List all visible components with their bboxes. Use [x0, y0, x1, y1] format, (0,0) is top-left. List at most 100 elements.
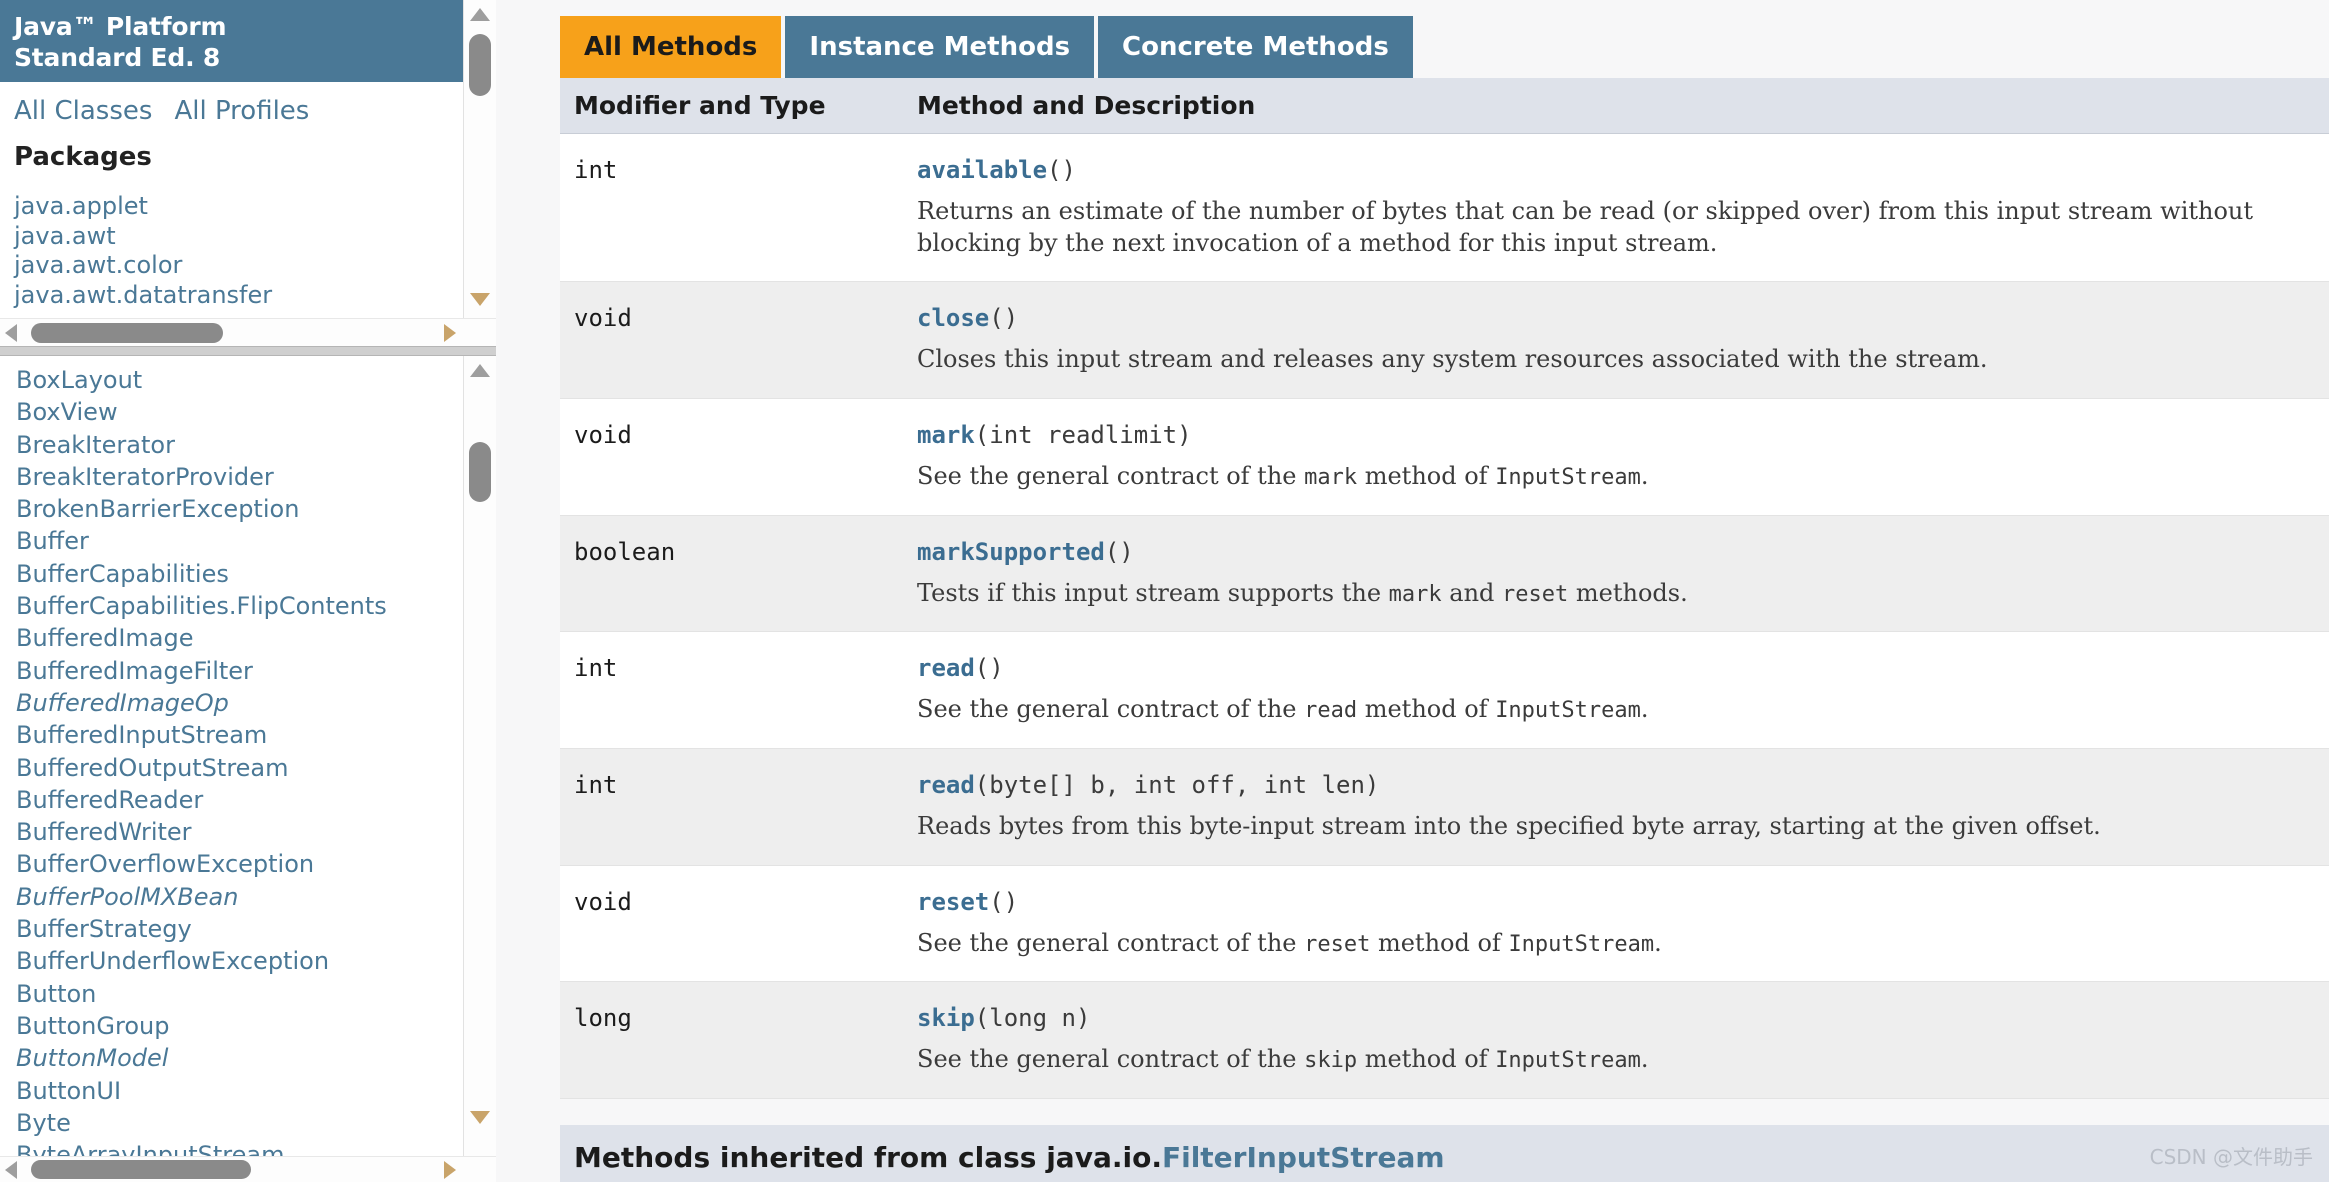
scrollbar-thumb[interactable]: [469, 442, 491, 502]
package-link[interactable]: java.awt.datatransfer: [14, 281, 496, 311]
method-parameters: (): [1047, 156, 1076, 184]
scroll-up-arrow-icon[interactable]: [470, 364, 490, 377]
table-header-row: Modifier and Type Method and Description: [560, 78, 2329, 134]
method-signature: read(byte[] b, int off, int len): [917, 771, 2311, 799]
scroll-left-arrow-icon[interactable]: [5, 324, 17, 342]
class-link[interactable]: BufferedOutputStream: [16, 752, 496, 784]
package-list-pane: Java™ Platform Standard Ed. 8 All Classe…: [0, 0, 496, 346]
class-pane-vertical-scrollbar[interactable]: [463, 356, 496, 1182]
method-description: See the general contract of the reset me…: [917, 928, 1662, 957]
class-link[interactable]: BufferOverflowException: [16, 848, 496, 880]
class-link[interactable]: BufferCapabilities: [16, 558, 496, 590]
class-pane-horizontal-scrollbar[interactable]: [0, 1156, 496, 1182]
scroll-right-arrow-icon[interactable]: [444, 324, 456, 342]
interface-link[interactable]: BufferPoolMXBean: [16, 881, 496, 913]
method-signature: reset(): [917, 888, 2311, 916]
inline-code: mark: [1388, 581, 1442, 607]
column-header-modifier-and-type: Modifier and Type: [560, 78, 903, 134]
table-row: int read() See the general contract of the…: [560, 631, 2329, 750]
method-return-type-cell: int: [560, 133, 903, 283]
scroll-down-arrow-icon[interactable]: [470, 293, 490, 306]
sidebar-nav: All Classes All Profiles: [0, 82, 496, 132]
scroll-right-arrow-icon[interactable]: [444, 1161, 456, 1179]
method-name-link[interactable]: mark: [917, 421, 975, 449]
method-name-link[interactable]: read: [917, 654, 975, 682]
class-link[interactable]: Byte: [16, 1107, 496, 1139]
pane-splitter[interactable]: [0, 346, 496, 356]
interface-link[interactable]: BufferedImageOp: [16, 687, 496, 719]
method-return-type-cell: void: [560, 281, 903, 400]
scrollbar-thumb[interactable]: [31, 323, 223, 343]
package-link[interactable]: java.awt.color: [14, 251, 496, 281]
class-link[interactable]: BufferedImage: [16, 622, 496, 654]
scroll-left-arrow-icon[interactable]: [5, 1161, 17, 1179]
packages-heading: Packages: [14, 142, 152, 172]
tab-concrete-methods[interactable]: Concrete Methods: [1098, 16, 1413, 78]
class-link[interactable]: Button: [16, 978, 496, 1010]
scroll-down-arrow-icon[interactable]: [470, 1111, 490, 1124]
method-name-link[interactable]: markSupported: [917, 538, 1105, 566]
class-link[interactable]: BufferedImageFilter: [16, 655, 496, 687]
table-row: int read(byte[] b, int off, int len) Reads…: [560, 748, 2329, 866]
method-signature: read(): [917, 654, 2311, 682]
interface-link[interactable]: ButtonModel: [16, 1042, 496, 1074]
method-return-type: boolean: [574, 537, 676, 566]
table-row: boolean markSupported() Tests if this inpu…: [560, 515, 2329, 633]
class-link[interactable]: BufferCapabilities.FlipContents: [16, 590, 496, 622]
table-row: int available() Returns an estimate of the…: [560, 133, 2329, 283]
nav-link-all-classes[interactable]: All Classes: [14, 96, 152, 126]
package-pane-vertical-scrollbar[interactable]: [463, 0, 496, 346]
method-summary-table: Modifier and Type Method and Description…: [560, 78, 2329, 1100]
doc-title: Java™ Platform Standard Ed. 8: [0, 0, 496, 82]
method-name-link[interactable]: close: [917, 304, 989, 332]
method-parameters: (int readlimit): [974, 421, 1192, 450]
nav-link-all-profiles[interactable]: All Profiles: [174, 96, 309, 126]
class-link[interactable]: BufferStrategy: [16, 913, 496, 945]
inline-code: InputStream: [1495, 465, 1641, 491]
inline-code: InputStream: [1495, 698, 1641, 724]
inherited-class-link[interactable]: FilterInputStream: [1162, 1141, 1445, 1174]
method-name-link[interactable]: skip: [917, 1004, 975, 1032]
method-return-type: void: [574, 887, 632, 916]
inline-code: InputStream: [1508, 931, 1655, 957]
class-link[interactable]: BufferedWriter: [16, 816, 496, 848]
class-link[interactable]: ButtonGroup: [16, 1010, 496, 1042]
method-name-link[interactable]: read: [917, 771, 975, 799]
class-link[interactable]: BreakIterator: [16, 429, 496, 461]
method-name-link[interactable]: reset: [917, 888, 989, 916]
scrollbar-thumb[interactable]: [469, 34, 491, 96]
class-link[interactable]: BreakIteratorProvider: [16, 461, 496, 493]
table-row: void mark(int readlimit) See the general c…: [560, 398, 2329, 516]
class-link[interactable]: BufferedReader: [16, 784, 496, 816]
package-link[interactable]: java.awt: [14, 222, 496, 252]
method-return-type: int: [574, 771, 618, 800]
scrollbar-thumb[interactable]: [31, 1160, 251, 1179]
class-link[interactable]: BufferUnderflowException: [16, 945, 496, 977]
class-list-pane: BoxLayout BoxView BreakIterator BreakIte…: [0, 356, 496, 1182]
class-link[interactable]: BrokenBarrierException: [16, 493, 496, 525]
method-parameters: (long n): [974, 1004, 1091, 1033]
method-return-type: int: [574, 654, 618, 683]
method-signature: close(): [917, 304, 2311, 332]
method-signature: available(): [917, 156, 2311, 184]
package-link[interactable]: java.applet: [14, 192, 496, 222]
package-pane-horizontal-scrollbar[interactable]: [0, 318, 496, 346]
class-link[interactable]: Buffer: [16, 525, 496, 557]
package-links: java.applet java.awt java.awt.color java…: [0, 176, 496, 310]
method-description: Returns an estimate of the number of byt…: [917, 197, 2254, 257]
tab-instance-methods[interactable]: Instance Methods: [785, 16, 1095, 78]
table-row: void close() Closes this input stream and …: [560, 281, 2329, 400]
method-description: See the general contract of the skip met…: [917, 1045, 1649, 1074]
method-name-link[interactable]: available: [917, 156, 1047, 184]
tab-all-methods[interactable]: All Methods: [560, 16, 782, 78]
method-parameters: (): [989, 887, 1019, 916]
class-link[interactable]: ButtonUI: [16, 1075, 496, 1107]
class-link[interactable]: BoxLayout: [16, 364, 496, 396]
class-link[interactable]: BoxView: [16, 396, 496, 428]
class-link[interactable]: BufferedInputStream: [16, 719, 496, 751]
scroll-up-arrow-icon[interactable]: [470, 8, 490, 21]
method-parameters: (): [1104, 537, 1134, 566]
method-detail-cell: available() Returns an estimate of the nu…: [903, 133, 2329, 283]
table-row: void reset() See the general contract of t…: [560, 865, 2329, 983]
class-links: BoxLayout BoxView BreakIterator BreakIte…: [0, 356, 496, 1171]
